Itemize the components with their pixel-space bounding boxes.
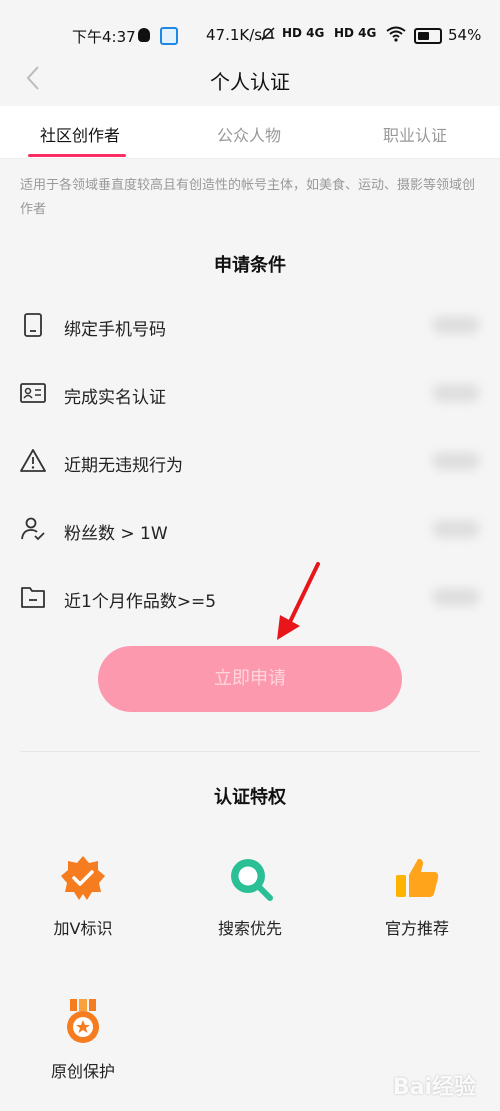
tab-professional[interactable]: 职业认证 [383, 122, 447, 146]
search-icon [231, 859, 273, 901]
condition-item: 粉丝数 > 1W [20, 510, 480, 550]
condition-item: 绑定手机号码 [20, 306, 480, 346]
condition-item: 近期无违规行为 [20, 442, 480, 482]
status-bar: 下午4:37 47.1K/s HD 4G HD 4G 54% [0, 0, 500, 52]
thumbs-up-icon [396, 858, 439, 897]
tab-public-figure[interactable]: 公众人物 [217, 122, 281, 146]
privilege-label: 原创保护 [50, 1062, 115, 1081]
section-divider [20, 751, 480, 752]
condition-label: 近1个月作品数>=5 [64, 592, 217, 612]
qq-notification-icon [138, 28, 150, 42]
certification-tabs: 社区创作者 公众人物 职业认证 [0, 106, 500, 159]
apply-now-button[interactable]: 立即申请 [98, 646, 402, 712]
verified-badge-icon [61, 856, 105, 900]
battery-icon [414, 28, 442, 44]
tab-description: 适用于各领域垂直度较高且有创造性的帐号主体，如美食、运动、摄影等领域创作者 [20, 178, 476, 217]
sim2-signal-icon: HD 4G [334, 26, 377, 40]
user-check-icon [21, 517, 45, 541]
network-speed: 47.1K/s [206, 26, 263, 44]
id-card-icon [20, 383, 46, 403]
condition-status [432, 520, 480, 538]
app-notification-icon [160, 27, 178, 45]
privilege-label: 官方推荐 [384, 919, 449, 938]
privilege-item: 官方推荐 [357, 855, 477, 939]
privileges-title: 认证特权 [214, 787, 286, 808]
phone-icon [24, 313, 42, 337]
privilege-item: 原创保护 [23, 998, 143, 1082]
condition-item: 完成实名认证 [20, 374, 480, 414]
condition-label: 近期无违规行为 [64, 456, 183, 476]
mute-bell-icon [261, 27, 275, 41]
wifi-icon [386, 26, 406, 42]
condition-label: 完成实名认证 [64, 388, 166, 408]
privilege-label: 搜索优先 [217, 919, 282, 938]
privilege-item: 搜索优先 [190, 855, 310, 939]
conditions-title: 申请条件 [214, 255, 286, 276]
condition-label: 粉丝数 > 1W [64, 524, 168, 544]
condition-item: 近1个月作品数>=5 [20, 578, 480, 618]
battery-level: 54% [448, 26, 482, 44]
annotation-arrow-icon [277, 562, 320, 640]
medal-icon [67, 999, 99, 1043]
page-title: 个人认证 [210, 70, 290, 94]
warning-icon [20, 449, 46, 472]
sim1-signal-icon: HD 4G [282, 26, 325, 40]
condition-status [432, 384, 480, 402]
condition-label: 绑定手机号码 [64, 320, 166, 340]
tab-community-creator[interactable]: 社区创作者 [40, 122, 120, 146]
baidu-watermark: Bai经验 [392, 1075, 476, 1100]
active-tab-indicator [28, 154, 126, 157]
condition-status [432, 316, 480, 334]
status-time: 下午4:37 [72, 28, 136, 46]
condition-status [432, 452, 480, 470]
privilege-item: 加V标识 [23, 855, 143, 939]
condition-status [432, 588, 480, 606]
folder-icon [21, 587, 45, 608]
top-nav-bar: 个人认证 [0, 52, 500, 106]
privilege-label: 加V标识 [53, 919, 113, 938]
